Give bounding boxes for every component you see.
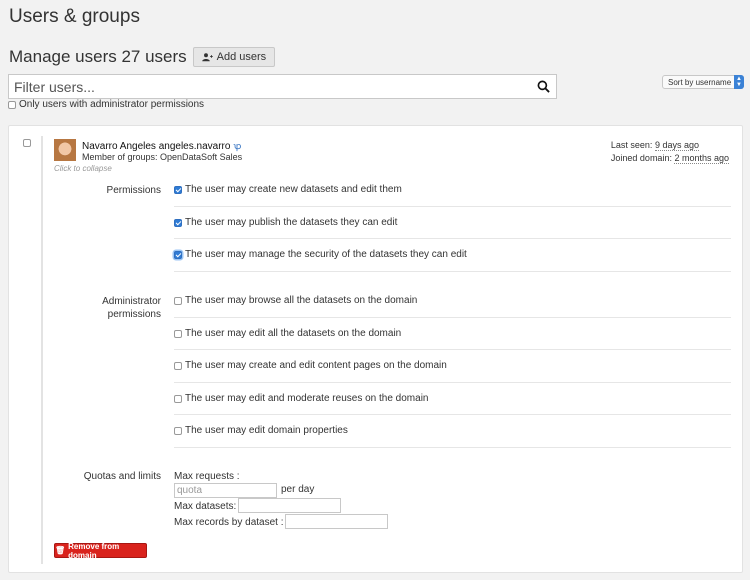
admin-reuses-label: The user may edit and moderate reuses on…: [185, 393, 429, 404]
permissions-label: Permissions: [106, 185, 161, 196]
divider: [174, 447, 731, 448]
perm-manage-security: The user may manage the security of the …: [174, 249, 731, 260]
divider: [174, 206, 731, 207]
max-requests-label: Max requests :: [174, 471, 240, 482]
search-icon[interactable]: [537, 80, 550, 93]
perm-create-datasets: The user may create new datasets and edi…: [174, 184, 731, 195]
admin-permissions-label-line1: Administrator: [102, 296, 161, 307]
admin-only-filter: Only users with administrator permission…: [8, 99, 204, 110]
admin-reuses-checkbox[interactable]: [174, 394, 182, 403]
last-seen-value: 9 days ago: [654, 140, 699, 151]
max-datasets-input[interactable]: [238, 498, 341, 513]
divider: [174, 317, 731, 318]
admin-perm-browse: The user may browse all the datasets on …: [174, 295, 731, 306]
admin-browse-checkbox[interactable]: [174, 296, 182, 305]
perm-publish-checkbox[interactable]: [174, 218, 182, 227]
perm-create-checkbox[interactable]: [174, 185, 182, 194]
search-box: [8, 74, 557, 99]
joined-label: Joined domain:: [610, 153, 675, 163]
admin-badge-icon: ꝕ: [233, 141, 242, 151]
max-records-label: Max records by dataset :: [174, 517, 284, 528]
per-day-label: per day: [281, 484, 315, 495]
admin-edit-datasets-checkbox[interactable]: [174, 329, 182, 338]
admin-only-label: Only users with administrator permission…: [19, 99, 205, 110]
perm-create-label: The user may create new datasets and edi…: [185, 184, 402, 195]
admin-domain-label: The user may edit domain properties: [185, 425, 348, 436]
admin-perm-content-pages: The user may create and edit content pag…: [174, 360, 731, 371]
perm-security-label: The user may manage the security of the …: [185, 249, 467, 260]
add-users-button[interactable]: Add users: [192, 47, 276, 67]
max-requests-input[interactable]: quota: [174, 483, 277, 498]
divider: [174, 238, 731, 239]
admin-permissions-label: Administrator permissions: [16, 295, 161, 321]
perm-security-checkbox[interactable]: [174, 250, 182, 259]
admin-pages-checkbox[interactable]: [174, 361, 182, 370]
add-users-label: Add users: [216, 51, 267, 63]
joined-value: 2 months ago: [674, 153, 729, 164]
last-seen-label: Last seen:: [610, 140, 655, 150]
select-caret-icon: ▲ ▼: [734, 75, 744, 89]
max-datasets-label: Max datasets:: [174, 501, 237, 512]
admin-only-checkbox[interactable]: [8, 100, 16, 109]
user-name: Navarro Angeles angeles.navarro ꝕ: [82, 139, 241, 152]
divider: [174, 349, 731, 350]
user-name-text: Navarro Angeles angeles.navarro: [82, 141, 231, 152]
sort-select[interactable]: Sort by username ▲ ▼: [662, 75, 744, 89]
card-divider: [41, 136, 43, 564]
trash-icon: 🗑: [55, 546, 66, 555]
admin-perm-reuses: The user may edit and moderate reuses on…: [174, 393, 731, 404]
user-card: Navarro Angeles angeles.navarro ꝕ Member …: [8, 125, 743, 573]
sort-selected-value: Sort by username: [668, 77, 732, 87]
user-meta: Last seen: 9 days ago Joined domain: 2 m…: [611, 139, 729, 165]
avatar: [54, 139, 76, 161]
divider: [174, 271, 731, 272]
divider: [174, 382, 731, 383]
admin-perm-edit-datasets: The user may edit all the datasets on th…: [174, 328, 731, 339]
manage-header: Manage users 27 users Add users: [9, 47, 276, 67]
admin-permissions-label-line2: permissions: [107, 309, 161, 320]
remove-from-domain-button[interactable]: 🗑 Remove from domain: [54, 541, 147, 560]
page-title: Users & groups: [9, 6, 140, 27]
admin-perm-domain-properties: The user may edit domain properties: [174, 425, 731, 436]
perm-publish-datasets: The user may publish the datasets they c…: [174, 217, 731, 228]
divider: [174, 414, 731, 415]
admin-pages-label: The user may create and edit content pag…: [185, 360, 447, 371]
max-records-input[interactable]: [285, 514, 388, 529]
manage-users-title: Manage users 27 users: [9, 47, 187, 66]
admin-domain-checkbox[interactable]: [174, 426, 182, 435]
add-user-icon: [201, 52, 213, 61]
admin-browse-label: The user may browse all the datasets on …: [185, 295, 418, 306]
search-input[interactable]: [9, 75, 529, 98]
perm-publish-label: The user may publish the datasets they c…: [185, 217, 398, 228]
last-seen: Last seen: 9 days ago: [611, 139, 729, 152]
joined-domain: Joined domain: 2 months ago: [611, 152, 729, 165]
user-groups: Member of groups: OpenDataSoft Sales: [82, 152, 243, 162]
quotas-label: Quotas and limits: [83, 471, 161, 482]
remove-label: Remove from domain: [68, 541, 120, 560]
admin-edit-datasets-label: The user may edit all the datasets on th…: [185, 328, 402, 339]
user-select-checkbox[interactable]: [23, 139, 31, 147]
collapse-hint[interactable]: Click to collapse: [54, 164, 112, 173]
